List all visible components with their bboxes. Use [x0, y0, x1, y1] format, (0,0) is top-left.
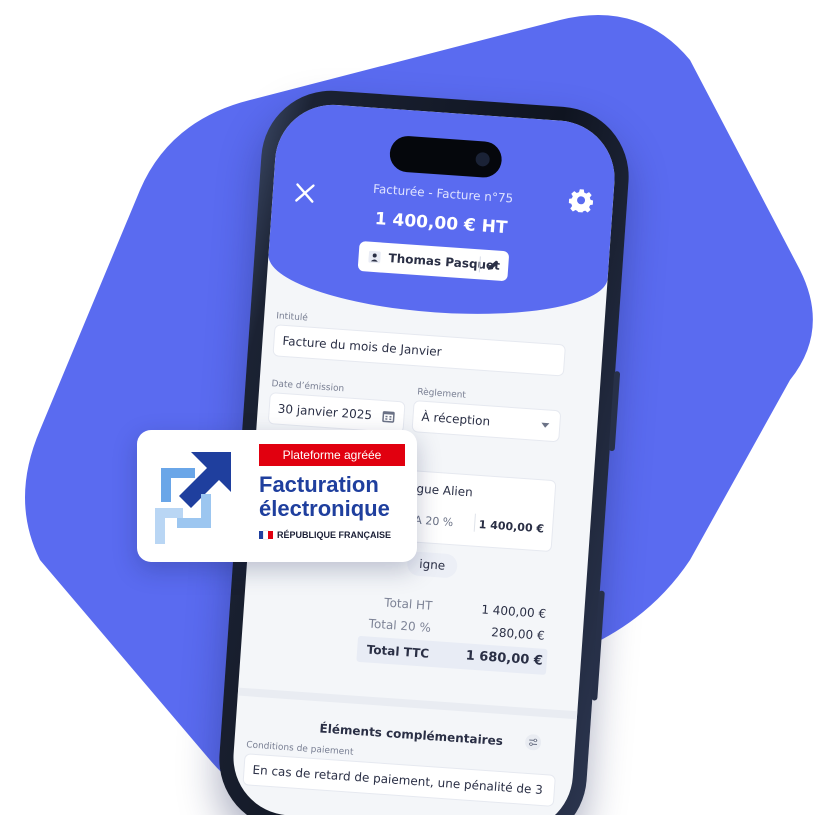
title-label: Intitulé	[275, 311, 309, 324]
payment-select[interactable]: À réception	[412, 401, 561, 442]
line-item-amount: 1 400,00 €	[478, 517, 545, 536]
total-vat-value: 280,00 €	[490, 625, 546, 643]
date-label: Date d’émission	[271, 379, 345, 395]
client-name: Thomas Pasquet	[388, 251, 501, 273]
line-item-vat: A 20 %	[413, 513, 454, 530]
badge-title-line2: électronique	[259, 496, 390, 521]
line-separator	[473, 513, 476, 532]
chevron-down-icon	[541, 422, 550, 428]
badge-title-line1: Facturation	[259, 472, 379, 497]
pencil-icon[interactable]	[486, 258, 501, 273]
client-selector[interactable]: Thomas Pasquet	[357, 240, 510, 282]
total-ht-label: Total HT	[383, 595, 433, 613]
date-input[interactable]: 30 janvier 2025	[268, 393, 405, 433]
certified-platform-badge: Plateforme agréée Facturation électroniq…	[137, 430, 417, 562]
filter-settings-icon[interactable]	[525, 734, 542, 751]
french-flag-icon	[259, 530, 274, 540]
invoice-form: Intitulé Facture du mois de Janvier Date…	[237, 311, 596, 815]
invoice-header: Facturée - Facture n°75 1 400,00 € HT Th…	[265, 101, 619, 325]
invoice-line-card[interactable]: gue Alien A 20 % 1 400,00 €	[404, 471, 556, 552]
total-vat-label: Total 20 %	[368, 616, 432, 635]
person-icon	[368, 250, 381, 264]
title-input[interactable]: Facture du mois de Janvier	[273, 325, 565, 376]
approved-platform-banner: Plateforme agréée	[259, 444, 405, 466]
facturation-arrows-logo	[155, 452, 231, 544]
extras-title: Éléments complémentaires	[319, 721, 504, 749]
calendar-icon[interactable]	[381, 409, 396, 424]
date-value: 30 janvier 2025	[277, 401, 373, 423]
payment-value: À réception	[421, 409, 491, 429]
republic-text: RÉPUBLIQUE FRANÇAISE	[277, 530, 392, 540]
total-ht-value: 1 400,00 €	[480, 602, 547, 621]
section-divider	[237, 687, 578, 720]
republic-mark: RÉPUBLIQUE FRANÇAISE	[259, 530, 391, 540]
conditions-input[interactable]: En cas de retard de paiement, une pénali…	[243, 754, 555, 806]
dynamic-island	[388, 134, 503, 179]
payment-label: Règlement	[416, 387, 467, 401]
line-item-name: gue Alien	[416, 481, 474, 500]
